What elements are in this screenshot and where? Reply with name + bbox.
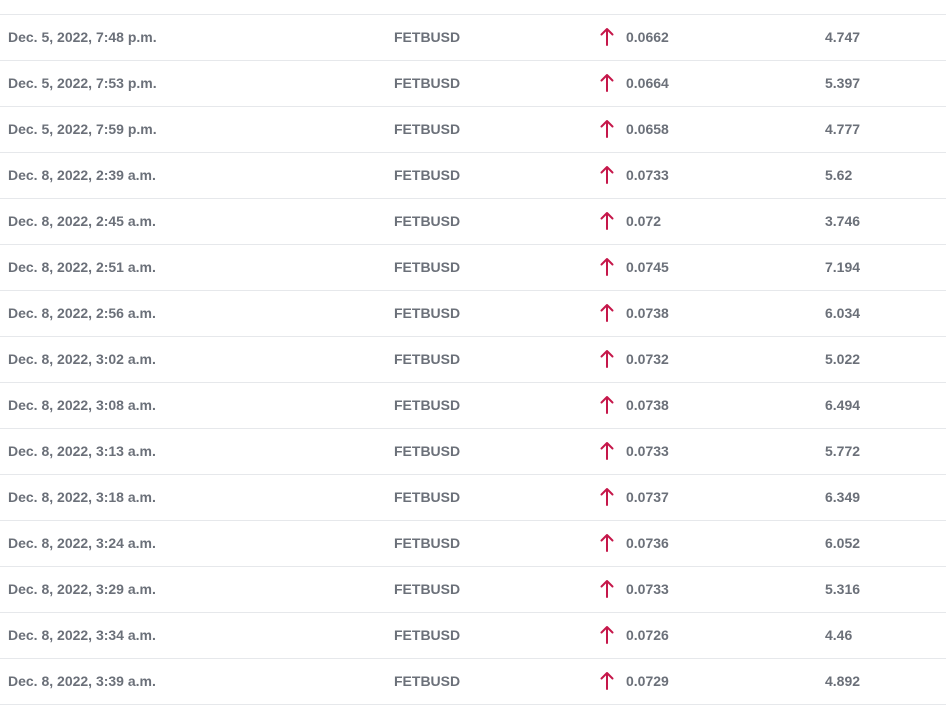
price-cell: 0.0729 [626, 673, 669, 689]
time-cell: Dec. 8, 2022, 3:29 a.m. [8, 581, 156, 597]
volume-cell: 5.62 [825, 167, 853, 183]
arrow-up-icon [599, 211, 615, 231]
table-row[interactable]: Dec. 8, 2022, 3:34 a.m. FETBUSD 0.0726 4… [0, 613, 946, 659]
table-row[interactable]: Dec. 8, 2022, 3:24 a.m. FETBUSD 0.0736 6… [0, 521, 946, 567]
price-cell: 0.0658 [626, 121, 669, 137]
symbol-cell: FETBUSD [394, 351, 461, 367]
symbol-cell: FETBUSD [394, 581, 461, 597]
table-row[interactable]: Dec. 8, 2022, 3:18 a.m. FETBUSD 0.0737 6… [0, 475, 946, 521]
time-cell: Dec. 8, 2022, 3:24 a.m. [8, 535, 156, 551]
table-row[interactable]: Dec. 8, 2022, 3:39 a.m. FETBUSD 0.0729 4… [0, 659, 946, 705]
price-cell: 0.0737 [626, 489, 669, 505]
arrow-up-icon [599, 119, 615, 139]
symbol-cell: FETBUSD [394, 673, 461, 689]
price-cell: 0.0733 [626, 443, 669, 459]
volume-cell: 5.772 [825, 443, 861, 459]
price-cell: 0.0733 [626, 581, 669, 597]
symbol-cell: FETBUSD [394, 121, 461, 137]
volume-cell: 5.022 [825, 351, 861, 367]
volume-cell: 6.494 [825, 397, 861, 413]
volume-cell: 4.747 [825, 29, 861, 45]
arrow-up-icon [599, 73, 615, 93]
table-row[interactable]: Dec. 8, 2022, 3:02 a.m. FETBUSD 0.0732 5… [0, 337, 946, 383]
table-row[interactable]: Dec. 8, 2022, 3:29 a.m. FETBUSD 0.0733 5… [0, 567, 946, 613]
time-cell: Dec. 8, 2022, 3:08 a.m. [8, 397, 156, 413]
symbol-cell: FETBUSD [394, 397, 461, 413]
symbol-cell: FETBUSD [394, 29, 461, 45]
arrow-up-icon [599, 165, 615, 185]
price-cell: 0.0738 [626, 305, 669, 321]
volume-cell: 3.746 [825, 213, 861, 229]
time-cell: Dec. 8, 2022, 3:34 a.m. [8, 627, 156, 643]
table-row[interactable]: Dec. 8, 2022, 2:51 a.m. FETBUSD 0.0745 7… [0, 245, 946, 291]
arrow-up-icon [599, 671, 615, 691]
volume-cell: 6.034 [825, 305, 861, 321]
volume-cell: 5.316 [825, 581, 861, 597]
arrow-up-icon [599, 579, 615, 599]
time-cell: Dec. 8, 2022, 3:39 a.m. [8, 673, 156, 689]
symbol-cell: FETBUSD [394, 443, 461, 459]
price-cell: 0.0736 [626, 535, 669, 551]
price-cell: 0.0664 [626, 75, 669, 91]
time-cell: Dec. 8, 2022, 2:39 a.m. [8, 167, 156, 183]
price-cell: 0.0662 [626, 29, 669, 45]
symbol-cell: FETBUSD [394, 489, 461, 505]
volume-cell: 4.892 [825, 673, 861, 689]
time-cell: Dec. 8, 2022, 3:18 a.m. [8, 489, 156, 505]
volume-cell: 4.46 [825, 627, 853, 643]
arrow-up-icon [599, 625, 615, 645]
signals-table: Dec. 5, 2022, 7:48 p.m. FETBUSD 0.0662 4… [0, 14, 946, 705]
time-cell: Dec. 5, 2022, 7:53 p.m. [8, 75, 157, 91]
table-row[interactable]: Dec. 8, 2022, 2:39 a.m. FETBUSD 0.0733 5… [0, 153, 946, 199]
symbol-cell: FETBUSD [394, 75, 461, 91]
time-cell: Dec. 5, 2022, 7:48 p.m. [8, 29, 157, 45]
time-cell: Dec. 8, 2022, 2:51 a.m. [8, 259, 156, 275]
table-row[interactable]: Dec. 5, 2022, 7:48 p.m. FETBUSD 0.0662 4… [0, 15, 946, 61]
volume-cell: 6.052 [825, 535, 861, 551]
time-cell: Dec. 8, 2022, 3:13 a.m. [8, 443, 156, 459]
table-row[interactable]: Dec. 5, 2022, 7:53 p.m. FETBUSD 0.0664 5… [0, 61, 946, 107]
arrow-up-icon [599, 487, 615, 507]
arrow-up-icon [599, 533, 615, 553]
arrow-up-icon [599, 441, 615, 461]
table-row[interactable]: Dec. 8, 2022, 2:45 a.m. FETBUSD 0.072 3.… [0, 199, 946, 245]
price-cell: 0.0738 [626, 397, 669, 413]
table-row[interactable]: Dec. 5, 2022, 7:59 p.m. FETBUSD 0.0658 4… [0, 107, 946, 153]
symbol-cell: FETBUSD [394, 305, 461, 321]
arrow-up-icon [599, 349, 615, 369]
volume-cell: 4.777 [825, 121, 861, 137]
time-cell: Dec. 5, 2022, 7:59 p.m. [8, 121, 157, 137]
price-cell: 0.0732 [626, 351, 669, 367]
price-cell: 0.0733 [626, 167, 669, 183]
symbol-cell: FETBUSD [394, 259, 461, 275]
time-cell: Dec. 8, 2022, 3:02 a.m. [8, 351, 156, 367]
price-cell: 0.0745 [626, 259, 669, 275]
arrow-up-icon [599, 303, 615, 323]
time-cell: Dec. 8, 2022, 2:45 a.m. [8, 213, 156, 229]
table-row[interactable]: Dec. 8, 2022, 3:08 a.m. FETBUSD 0.0738 6… [0, 383, 946, 429]
arrow-up-icon [599, 395, 615, 415]
volume-cell: 6.349 [825, 489, 861, 505]
table-row[interactable]: Dec. 8, 2022, 3:13 a.m. FETBUSD 0.0733 5… [0, 429, 946, 475]
symbol-cell: FETBUSD [394, 627, 461, 643]
arrow-up-icon [599, 27, 615, 47]
price-cell: 0.0726 [626, 627, 669, 643]
symbol-cell: FETBUSD [394, 167, 461, 183]
time-cell: Dec. 8, 2022, 2:56 a.m. [8, 305, 156, 321]
price-cell: 0.072 [626, 213, 662, 229]
symbol-cell: FETBUSD [394, 535, 461, 551]
volume-cell: 5.397 [825, 75, 861, 91]
symbol-cell: FETBUSD [394, 213, 461, 229]
volume-cell: 7.194 [825, 259, 861, 275]
arrow-up-icon [599, 257, 615, 277]
table-row[interactable]: Dec. 8, 2022, 2:56 a.m. FETBUSD 0.0738 6… [0, 291, 946, 337]
